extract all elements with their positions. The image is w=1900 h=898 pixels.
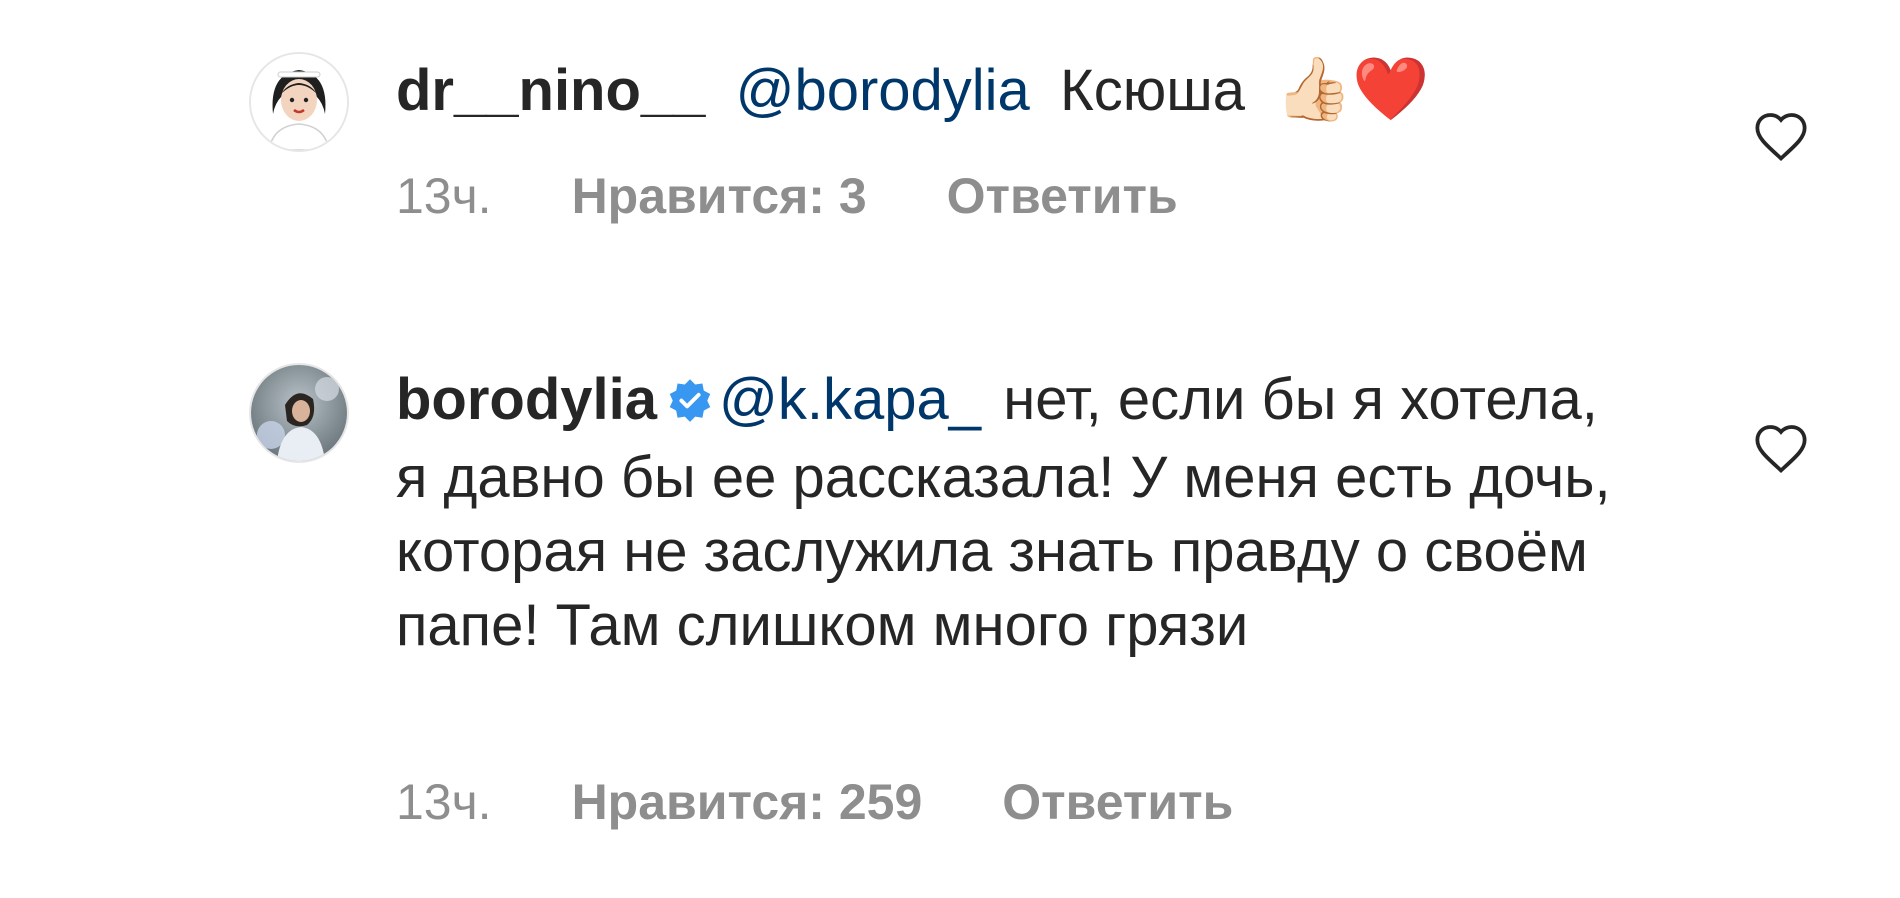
verified-badge-icon (667, 367, 713, 441)
comment-meta: 13ч. Нравится: 259 Ответить (396, 772, 1233, 832)
timestamp[interactable]: 13ч. (396, 166, 492, 226)
avatar[interactable] (249, 52, 349, 152)
comment-body: dr__nino__ @borodylia Ксюша 👍🏻❤️ (396, 52, 1636, 128)
emoji-thumbs-heart: 👍🏻❤️ (1275, 52, 1430, 125)
avatar[interactable] (249, 363, 349, 463)
comment-meta: 13ч. Нравится: 3 Ответить (396, 166, 1178, 226)
heart-outline-icon[interactable] (1752, 110, 1810, 162)
mention-link[interactable]: @borodylia (736, 58, 1030, 123)
reply-button[interactable]: Ответить (947, 166, 1178, 226)
avatar-illustration (251, 54, 347, 150)
mention-link[interactable]: @k.kapa_ (719, 367, 981, 432)
username[interactable]: dr__nino__ (396, 58, 705, 123)
likes-count[interactable]: Нравится: 259 (572, 772, 923, 832)
timestamp[interactable]: 13ч. (396, 772, 492, 832)
comment-body: borodylia @k.kapa_ нет, если бы я хотела,… (396, 363, 1636, 663)
avatar-photo (251, 365, 347, 461)
comment-text: Ксюша (1059, 58, 1246, 123)
username[interactable]: borodylia (396, 367, 657, 432)
likes-count[interactable]: Нравится: 3 (572, 166, 867, 226)
heart-outline-icon[interactable] (1752, 422, 1810, 474)
reply-button[interactable]: Ответить (1002, 772, 1233, 832)
